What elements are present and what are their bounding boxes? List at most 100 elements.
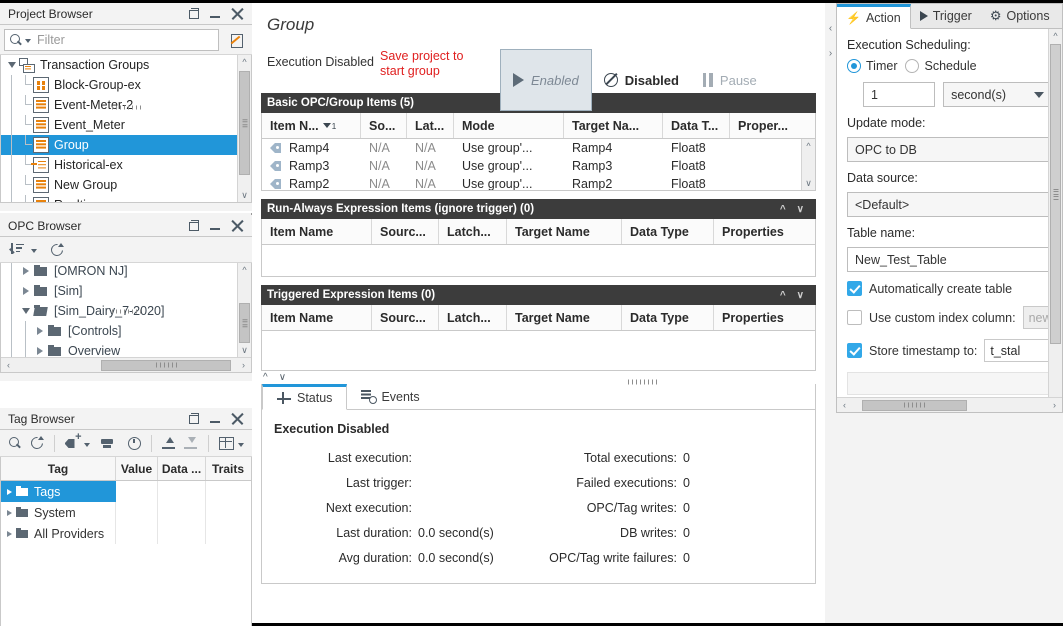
column-header-tag[interactable]: Tag [1, 457, 116, 480]
store-timestamp-row[interactable]: Store timestamp to: t_stal [847, 339, 1052, 362]
tab-options[interactable]: ⚙ Options [981, 4, 1059, 28]
column-header-data-type[interactable]: Data T... [663, 113, 730, 138]
column-header-properties[interactable]: Properties [714, 219, 814, 244]
project-tree-item[interactable]: New Group [1, 175, 237, 195]
refresh-button[interactable] [47, 240, 67, 260]
twisty-collapsed-icon[interactable] [19, 281, 33, 301]
basic-items-row[interactable]: Ramp4 N/A N/A Use group'... Ramp4 Float8 [262, 139, 815, 157]
column-header-source[interactable]: Sourc... [372, 305, 439, 330]
data-source-select[interactable]: <Default> [847, 192, 1052, 217]
scroll-up-icon[interactable]: ^ [1049, 29, 1062, 43]
auto-create-table-checkbox[interactable] [847, 281, 862, 296]
panel-splitter[interactable] [0, 309, 252, 381]
tab-action[interactable]: ⚡ Action [837, 4, 911, 29]
import-tags-button[interactable] [159, 433, 179, 453]
new-tag-dropdown-icon[interactable] [84, 442, 90, 447]
scroll-down-icon[interactable]: ∨ [238, 343, 251, 357]
enabled-button[interactable]: Enabled [500, 49, 592, 111]
column-header-value[interactable]: Value [116, 457, 158, 480]
project-tree-item[interactable]: Event_Meter [1, 115, 237, 135]
minimize-icon[interactable] [209, 7, 222, 20]
project-tree-vscrollbar[interactable]: ^ ∨ [237, 55, 251, 202]
close-icon[interactable] [231, 412, 244, 425]
export-tags-button[interactable] [181, 433, 201, 453]
scroll-right-icon[interactable]: › [1047, 398, 1062, 412]
twisty-collapsed-icon[interactable] [7, 530, 12, 537]
tab-events[interactable]: Events [347, 384, 433, 409]
project-tree-item[interactable]: Historical-ex [1, 155, 237, 175]
scroll-up-icon[interactable]: ^ [238, 263, 251, 277]
custom-index-checkbox[interactable] [847, 310, 862, 325]
basic-items-row[interactable]: Ramp3 N/A N/A Use group'... Ramp3 Float8 [262, 157, 815, 175]
project-tree-item[interactable]: Block-Group-ex [1, 75, 237, 95]
scroll-up-icon[interactable]: ^ [802, 139, 815, 153]
basic-items-vscrollbar[interactable]: ^ ∨ [801, 139, 815, 190]
collapse-up-icon[interactable]: ^ [780, 290, 786, 301]
collapse-up-icon[interactable]: ^ [263, 372, 268, 383]
twisty-expanded-icon[interactable] [19, 301, 33, 321]
opc-tree-item[interactable]: [OMRON NJ] [1, 263, 237, 281]
collapse-down-icon[interactable]: ∨ [797, 204, 804, 215]
restore-icon[interactable] [187, 7, 200, 20]
panel-splitter[interactable] [0, 105, 252, 211]
scroll-down-icon[interactable]: ∨ [802, 176, 815, 190]
minimize-icon[interactable] [209, 412, 222, 425]
opc-tree-item[interactable]: [Sim] [1, 281, 237, 301]
history-button[interactable] [124, 433, 144, 453]
interval-value-input[interactable]: 1 [863, 82, 936, 107]
column-header-target-name[interactable]: Target Name [507, 219, 622, 244]
right-panel-vscrollbar[interactable]: ^ ∨ [1048, 29, 1062, 412]
store-timestamp-input[interactable]: t_stal [984, 339, 1052, 362]
database-tag-button[interactable] [97, 433, 117, 453]
radio-schedule[interactable]: Schedule [905, 59, 977, 73]
extra-field[interactable] [847, 372, 1052, 395]
collapse-right-icon[interactable]: › [829, 48, 832, 59]
scroll-thumb[interactable] [1050, 44, 1061, 344]
basic-items-row[interactable]: Ramp2 N/A N/A Use group'... Ramp2 Float8 [262, 175, 815, 190]
scroll-left-icon[interactable]: ‹ [1, 358, 16, 372]
collapse-up-icon[interactable]: ^ [780, 204, 786, 215]
column-settings-button[interactable] [216, 433, 236, 453]
column-dropdown-icon[interactable] [238, 442, 244, 447]
chevron-down-icon[interactable] [25, 39, 31, 43]
right-panel-hscrollbar[interactable]: ‹ › [837, 397, 1062, 412]
table-name-input[interactable]: New_Test_Table [847, 247, 1052, 272]
interval-unit-select[interactable]: second(s) [943, 82, 1052, 107]
scroll-right-icon[interactable]: › [236, 358, 251, 372]
custom-index-row[interactable]: Use custom index column: new_t [847, 306, 1052, 329]
pin-scope-button[interactable] [224, 29, 248, 51]
opc-tree-hscrollbar[interactable]: ‹ › [1, 357, 251, 372]
close-icon[interactable] [231, 7, 244, 20]
project-tree-item[interactable]: Transaction Groups [1, 55, 237, 75]
tag-refresh-button[interactable] [27, 433, 47, 453]
minimize-icon[interactable] [209, 219, 222, 232]
opc-tree-item[interactable]: [Controls] [1, 321, 237, 341]
sort-dropdown-icon[interactable] [31, 249, 37, 253]
collapse-left-icon[interactable]: ‹ [829, 23, 832, 34]
auto-create-table-row[interactable]: Automatically create table [847, 281, 1052, 296]
opc-tree-vscrollbar[interactable]: ^ ∨ [237, 263, 251, 357]
scroll-thumb[interactable] [239, 303, 250, 343]
store-timestamp-checkbox[interactable] [847, 343, 862, 358]
scroll-thumb[interactable] [101, 359, 231, 371]
tag-table-row[interactable]: All Providers [1, 523, 251, 544]
column-header-properties[interactable]: Properties [714, 305, 814, 330]
pause-button[interactable]: Pause [691, 49, 769, 111]
right-panel-splitter[interactable]: ‹ › [825, 3, 836, 413]
twisty-expanded-icon[interactable] [5, 55, 19, 75]
column-header-latch[interactable]: Lat... [407, 113, 454, 138]
tag-table-row[interactable]: System [1, 502, 251, 523]
tag-table-row[interactable]: Tags [1, 481, 251, 502]
column-header-mode[interactable]: Mode [454, 113, 564, 138]
scroll-thumb[interactable] [239, 71, 250, 175]
tab-trigger[interactable]: Trigger [911, 4, 981, 28]
scroll-up-icon[interactable]: ^ [238, 55, 251, 69]
twisty-collapsed-icon[interactable] [19, 263, 33, 281]
column-header-source[interactable]: Sourc... [372, 219, 439, 244]
column-header-datatype[interactable]: Data ... [158, 457, 206, 480]
restore-icon[interactable] [187, 412, 200, 425]
tag-search-button[interactable] [5, 433, 25, 453]
twisty-collapsed-icon[interactable] [7, 488, 12, 495]
column-header-properties[interactable]: Proper... [730, 113, 802, 138]
column-header-latch[interactable]: Latch... [439, 219, 507, 244]
